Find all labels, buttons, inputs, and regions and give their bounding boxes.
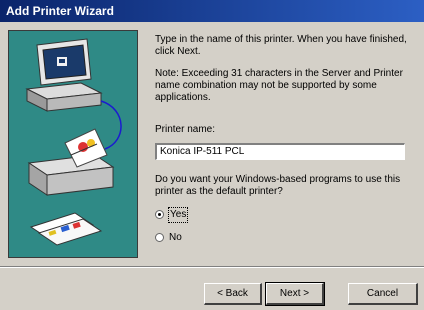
radio-no-indicator[interactable] [155, 233, 164, 242]
printer-name-label: Printer name: [155, 124, 216, 135]
back-button[interactable]: < Back [204, 283, 262, 305]
radio-no[interactable]: No [155, 231, 275, 245]
window-title: Add Printer Wizard [6, 4, 114, 18]
title-bar[interactable]: Add Printer Wizard [0, 0, 424, 22]
default-question-text: Do you want your Windows-based programs … [155, 174, 401, 197]
printer-illustration [8, 30, 138, 258]
computer-printer-icon [25, 38, 122, 246]
wizard-window: Add Printer Wizard Type in the name of t… [0, 0, 424, 310]
next-button[interactable]: Next > [265, 282, 325, 306]
radio-yes-indicator[interactable] [155, 210, 164, 219]
radio-no-label[interactable]: No [169, 231, 182, 245]
intro-text: Type in the name of this printer. When y… [155, 34, 407, 57]
cancel-button[interactable]: Cancel [348, 283, 418, 305]
note-text: Note: Exceeding 31 characters in the Ser… [155, 68, 403, 103]
radio-yes-label[interactable]: Yes [167, 207, 189, 223]
printer-name-input[interactable]: Konica IP-511 PCL [155, 143, 405, 160]
radio-yes[interactable]: Yes [155, 207, 275, 223]
divider [0, 266, 424, 268]
